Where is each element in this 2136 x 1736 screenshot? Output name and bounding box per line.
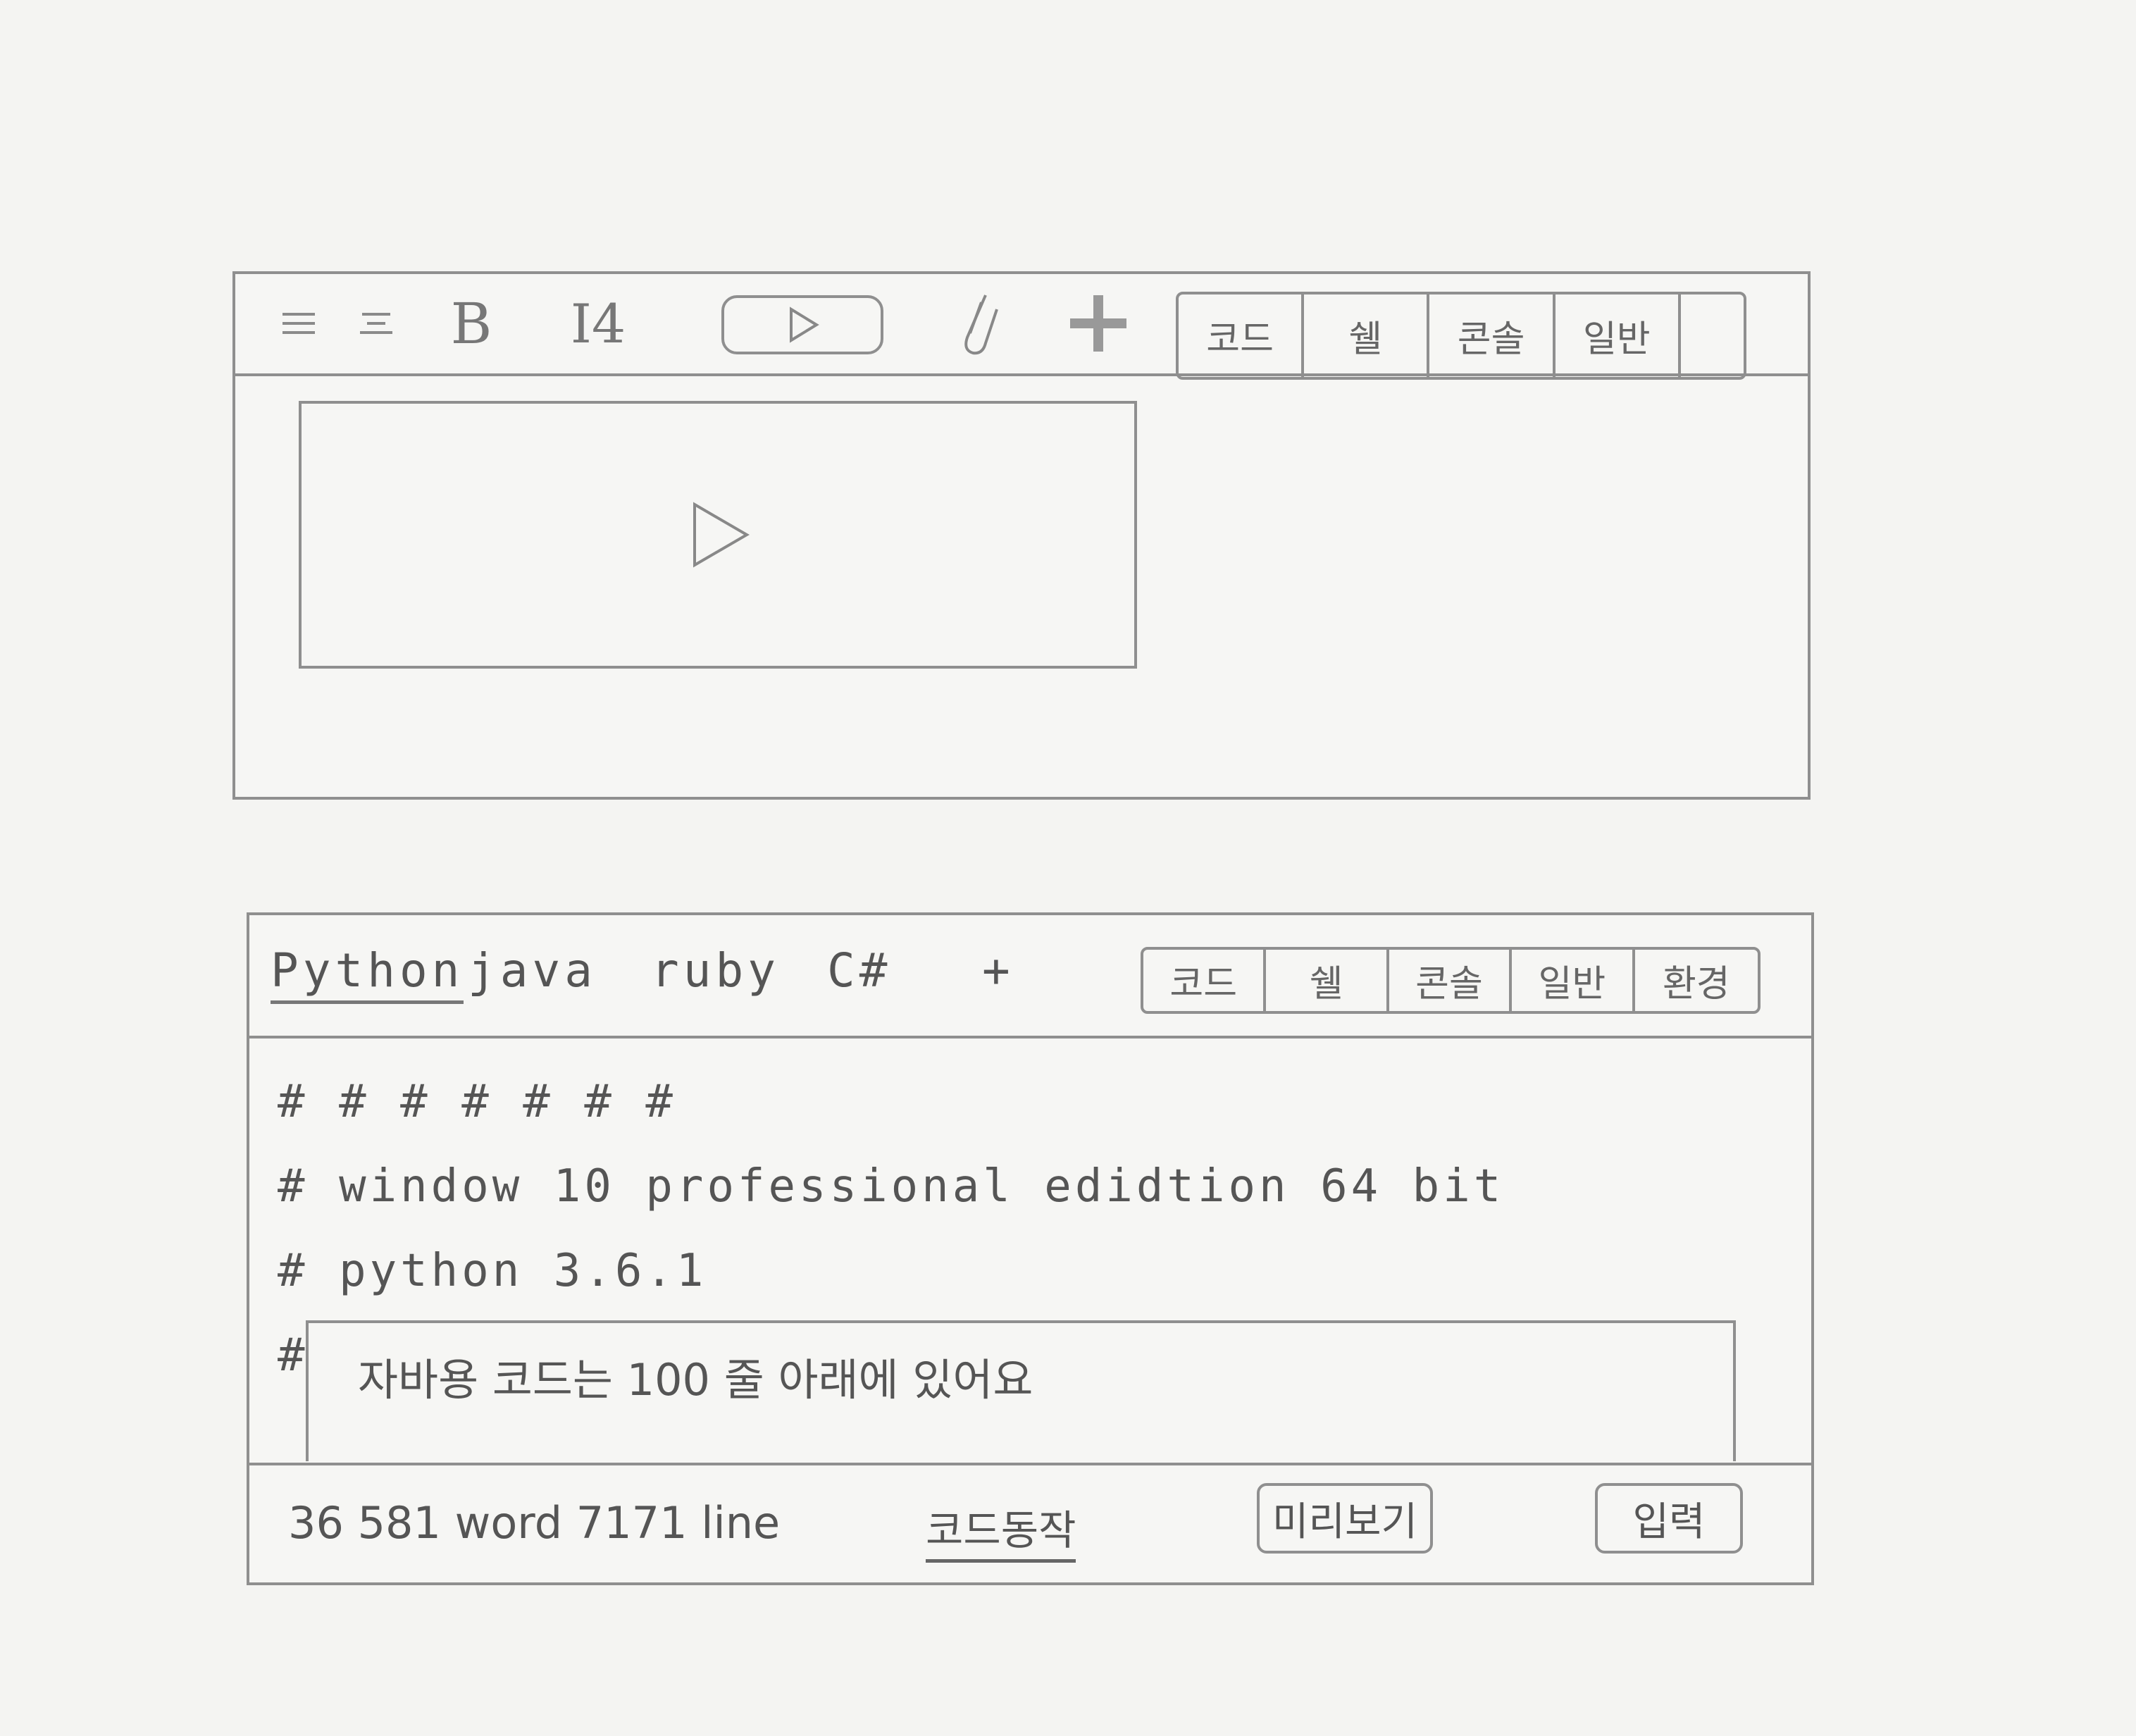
tab-code[interactable]: 코드 [1143,950,1267,1011]
preview-button[interactable]: 미리보기 [1257,1483,1433,1554]
code-mode-tabs: 코드 쉘 콘솔 일반 환경 [1141,947,1761,1014]
run-code-link[interactable]: 코드동작 [926,1497,1076,1563]
add-icon[interactable] [1063,295,1134,352]
notice-text: 자바용 코드는 100 줄 아래에 있어요 [358,1354,1033,1406]
code-line: # window 10 professional edidtion 64 bit [278,1160,1505,1213]
tab-console[interactable]: 콘솔 [1429,294,1556,377]
bold-label: B [450,290,492,356]
align-left-icon[interactable] [274,295,323,352]
status-bar: 36 581 word 7171 line 코드동작 미리보기 입력 [249,1463,1811,1582]
lang-tab-ruby[interactable]: ruby [651,943,780,998]
attach-icon[interactable] [954,294,1003,355]
code-toolbar: Python java ruby C# + 코드 쉘 콘솔 일반 환경 [249,915,1811,1038]
lang-tab-java[interactable]: java [468,943,597,998]
submit-button[interactable]: 입력 [1595,1483,1743,1554]
play-icon [790,306,819,343]
tab-code[interactable]: 코드 [1179,294,1305,377]
media-editor-panel: B I4 코드 쉘 콘솔 일반 [232,271,1811,800]
editor-mode-tabs: 코드 쉘 콘솔 일반 [1176,292,1746,380]
notice-box: 자바용 코드는 100 줄 아래에 있어요 [306,1320,1736,1461]
lang-tab-csharp[interactable]: C# [827,943,891,998]
code-line: # # # # # # # [278,1076,676,1128]
add-language-button[interactable]: + [982,943,1014,998]
tab-empty[interactable] [1681,294,1744,377]
play-icon[interactable] [679,496,757,574]
code-line: # python 3.6.1 [278,1245,707,1297]
bold-icon[interactable]: B [447,291,496,356]
tab-shell[interactable]: 쉘 [1266,950,1389,1011]
lang-tab-python[interactable]: Python [271,943,464,1004]
tab-general[interactable]: 일반 [1556,294,1681,377]
align-center-icon[interactable] [352,295,401,352]
font-size-label: I4 [570,292,626,355]
tab-console[interactable]: 콘솔 [1389,950,1513,1011]
tab-shell[interactable]: 쉘 [1304,294,1430,377]
tab-general[interactable]: 일반 [1512,950,1635,1011]
insert-video-button[interactable] [721,295,883,354]
font-size-icon[interactable]: I4 [556,292,640,355]
embedded-video[interactable] [299,401,1137,669]
tab-environment[interactable]: 환경 [1635,950,1758,1011]
word-line-count: 36 581 word 7171 line [288,1497,781,1549]
code-editor-panel: Python java ruby C# + 코드 쉘 콘솔 일반 환경 # # … [247,912,1814,1585]
editor-toolbar: B I4 코드 쉘 콘솔 일반 [235,274,1808,380]
